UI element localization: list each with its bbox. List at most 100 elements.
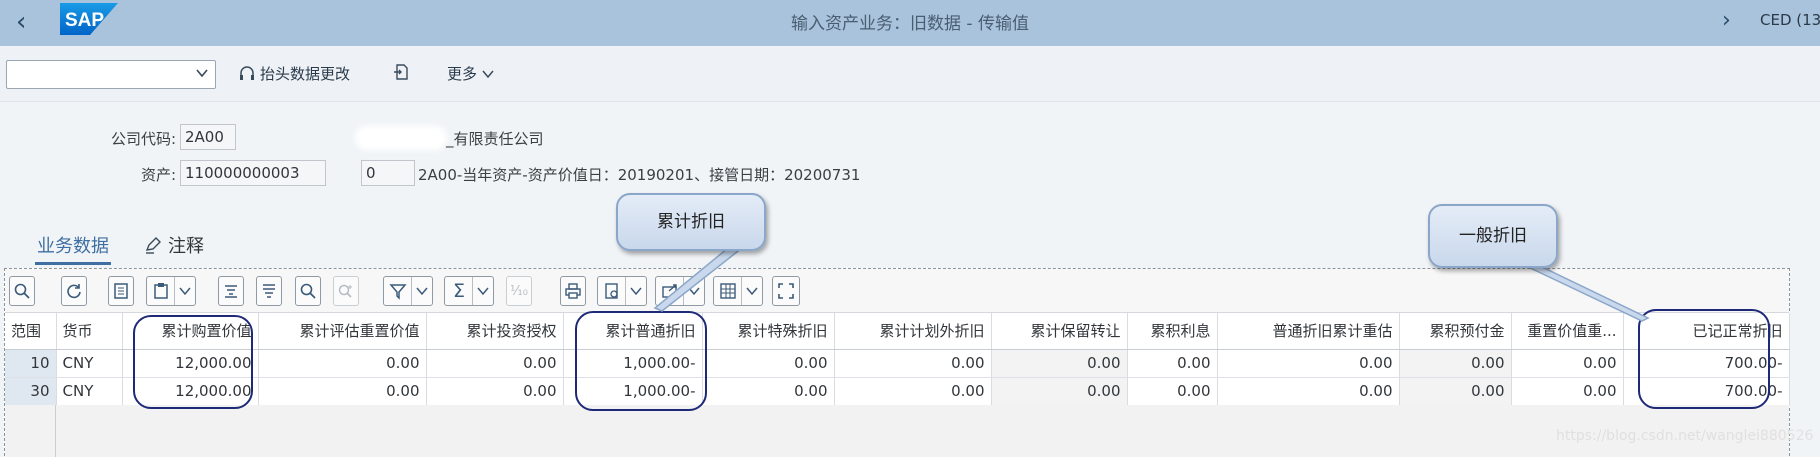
cell-currency[interactable]: CNY bbox=[56, 349, 123, 378]
page-title: 输入资产业务：旧数据 - 传输值 bbox=[791, 14, 1029, 34]
values-grid: Σ ⅒ 范围 货币 累计购置价值 累计评估重置价值 累计投资授权 累计普通折旧 … bbox=[4, 268, 1790, 457]
header-change-button[interactable]: 抬头数据更改 bbox=[238, 63, 350, 84]
cell-value[interactable]: 0.00 bbox=[1399, 377, 1512, 406]
active-tab-indicator bbox=[35, 262, 111, 265]
tab-business-data-label: 业务数据 bbox=[37, 236, 109, 257]
headset-icon bbox=[240, 65, 254, 80]
cell-area[interactable]: 30 bbox=[5, 377, 57, 406]
cell-value[interactable]: 0.00 bbox=[258, 377, 427, 406]
column-header[interactable]: 累积预付金 bbox=[1399, 313, 1512, 350]
table-row[interactable]: 10 CNY 12,000.00 0.00 0.00 1,000.00- 0.0… bbox=[5, 349, 1790, 378]
view-menu-button[interactable] bbox=[597, 276, 647, 306]
cell-value[interactable]: 0.00 bbox=[991, 349, 1128, 378]
column-header[interactable]: 累积利息 bbox=[1127, 313, 1218, 350]
column-header[interactable]: 普通折旧累计重估 bbox=[1217, 313, 1400, 350]
cell-value[interactable]: 0.00 bbox=[1127, 349, 1218, 378]
column-header[interactable]: 累计计划外折旧 bbox=[834, 313, 992, 350]
column-header[interactable]: 重置价值重... bbox=[1511, 313, 1624, 350]
export-icon bbox=[662, 284, 677, 298]
column-header[interactable]: 累计评估重置价值 bbox=[258, 313, 427, 350]
find-button[interactable] bbox=[295, 276, 321, 306]
document-icon bbox=[114, 283, 128, 299]
chevron-down-icon bbox=[415, 287, 428, 296]
cell-value[interactable]: 0.00 bbox=[702, 349, 835, 378]
system-id: CED (130 bbox=[1760, 11, 1820, 29]
cell-value[interactable]: 0.00 bbox=[1511, 349, 1624, 378]
company-code-label: 公司代码: bbox=[110, 130, 176, 148]
details-button[interactable] bbox=[108, 276, 134, 306]
highlight-posted-depreciation bbox=[1638, 309, 1770, 409]
tab-notes-label: 注释 bbox=[168, 236, 204, 257]
note-edit-icon bbox=[145, 237, 161, 254]
layout-menu-button[interactable] bbox=[713, 276, 763, 306]
column-header[interactable]: 范围 bbox=[5, 313, 57, 350]
filter-menu-button[interactable] bbox=[383, 276, 433, 306]
tab-notes[interactable]: 注释 bbox=[144, 232, 204, 258]
cell-value[interactable]: 0.00 bbox=[1127, 377, 1218, 406]
chevron-right-icon[interactable]: › bbox=[1722, 8, 1731, 33]
cell-area[interactable]: 10 bbox=[5, 349, 57, 378]
chevron-down-icon bbox=[476, 287, 489, 296]
cell-value[interactable]: 0.00 bbox=[1217, 349, 1400, 378]
sort-ascending-button[interactable] bbox=[218, 276, 244, 306]
header-change-label: 抬头数据更改 bbox=[260, 65, 351, 83]
view-icon bbox=[605, 283, 618, 299]
filter-icon bbox=[389, 284, 407, 300]
tab-business-data[interactable]: 业务数据 bbox=[35, 232, 111, 265]
sort-descending-icon bbox=[263, 284, 275, 298]
grid-empty-area bbox=[5, 405, 1789, 457]
cell-value[interactable]: 0.00 bbox=[834, 349, 992, 378]
grid-toolbar: Σ ⅒ bbox=[5, 269, 1789, 313]
clipboard-icon bbox=[154, 283, 168, 299]
company-name: _有限责任公司 bbox=[446, 130, 544, 148]
zoom-details-button[interactable] bbox=[9, 276, 35, 306]
chevron-down-icon bbox=[745, 287, 758, 296]
highlight-acquisition-value bbox=[133, 315, 253, 409]
cell-value[interactable]: 0.00 bbox=[991, 377, 1128, 406]
table-header-row: 范围 货币 累计购置价值 累计评估重置价值 累计投资授权 累计普通折旧 累计特殊… bbox=[5, 313, 1790, 350]
redacted-area bbox=[355, 126, 447, 150]
column-header[interactable]: 累计特殊折旧 bbox=[702, 313, 835, 350]
variant-select[interactable] bbox=[6, 60, 216, 89]
cell-value[interactable]: 0.00 bbox=[1399, 349, 1512, 378]
column-header[interactable]: 货币 bbox=[56, 313, 123, 350]
column-header[interactable]: 累计保留转让 bbox=[991, 313, 1128, 350]
more-button[interactable]: 更多 bbox=[447, 63, 495, 84]
cell-value[interactable]: 0.00 bbox=[834, 377, 992, 406]
search-next-icon bbox=[338, 284, 352, 298]
cell-value[interactable]: 0.00 bbox=[426, 349, 564, 378]
cell-value[interactable]: 0.00 bbox=[426, 377, 564, 406]
export-menu-button[interactable] bbox=[655, 276, 705, 306]
paste-menu-button[interactable] bbox=[146, 276, 196, 306]
table-row[interactable]: 30 CNY 12,000.00 0.00 0.00 1,000.00- 0.0… bbox=[5, 377, 1790, 406]
app-toolbar: 抬头数据更改 更多 bbox=[0, 46, 1820, 102]
cell-value[interactable]: 0.00 bbox=[258, 349, 427, 378]
callout-general-depreciation: 一般折旧 bbox=[1428, 204, 1558, 268]
sort-ascending-icon bbox=[225, 285, 237, 298]
print-button[interactable] bbox=[560, 276, 586, 306]
export-icon bbox=[394, 64, 408, 80]
zoom-icon bbox=[14, 283, 30, 299]
column-header[interactable]: 累计投资授权 bbox=[426, 313, 564, 350]
cell-value[interactable]: 0.00 bbox=[1217, 377, 1400, 406]
cell-value[interactable]: 0.00 bbox=[702, 377, 835, 406]
find-next-button[interactable] bbox=[333, 276, 359, 306]
refresh-icon bbox=[67, 284, 81, 299]
asset-subnumber-field[interactable]: 0 bbox=[361, 160, 415, 186]
asset-description: 2A00-当年资产-资产价值日：20190201、接管日期：20200731 bbox=[418, 166, 861, 184]
key-column-filler bbox=[5, 405, 56, 457]
cell-value[interactable]: 0.00 bbox=[1511, 377, 1624, 406]
sort-descending-button[interactable] bbox=[256, 276, 282, 306]
company-code-field[interactable]: 2A00 bbox=[180, 124, 236, 150]
more-label: 更多 bbox=[447, 65, 478, 83]
cell-currency[interactable]: CNY bbox=[56, 377, 123, 406]
refresh-button[interactable] bbox=[61, 276, 87, 306]
sum-menu-button[interactable]: Σ bbox=[444, 276, 494, 306]
fullscreen-button[interactable] bbox=[772, 276, 800, 306]
chevron-down-icon bbox=[687, 287, 700, 296]
asset-number-field[interactable]: 110000000003 bbox=[180, 160, 326, 186]
highlight-ordinary-depreciation bbox=[575, 311, 707, 411]
asset-label: 资产: bbox=[140, 166, 176, 184]
export-button[interactable] bbox=[392, 63, 410, 81]
subtotal-button[interactable]: ⅒ bbox=[506, 276, 532, 306]
